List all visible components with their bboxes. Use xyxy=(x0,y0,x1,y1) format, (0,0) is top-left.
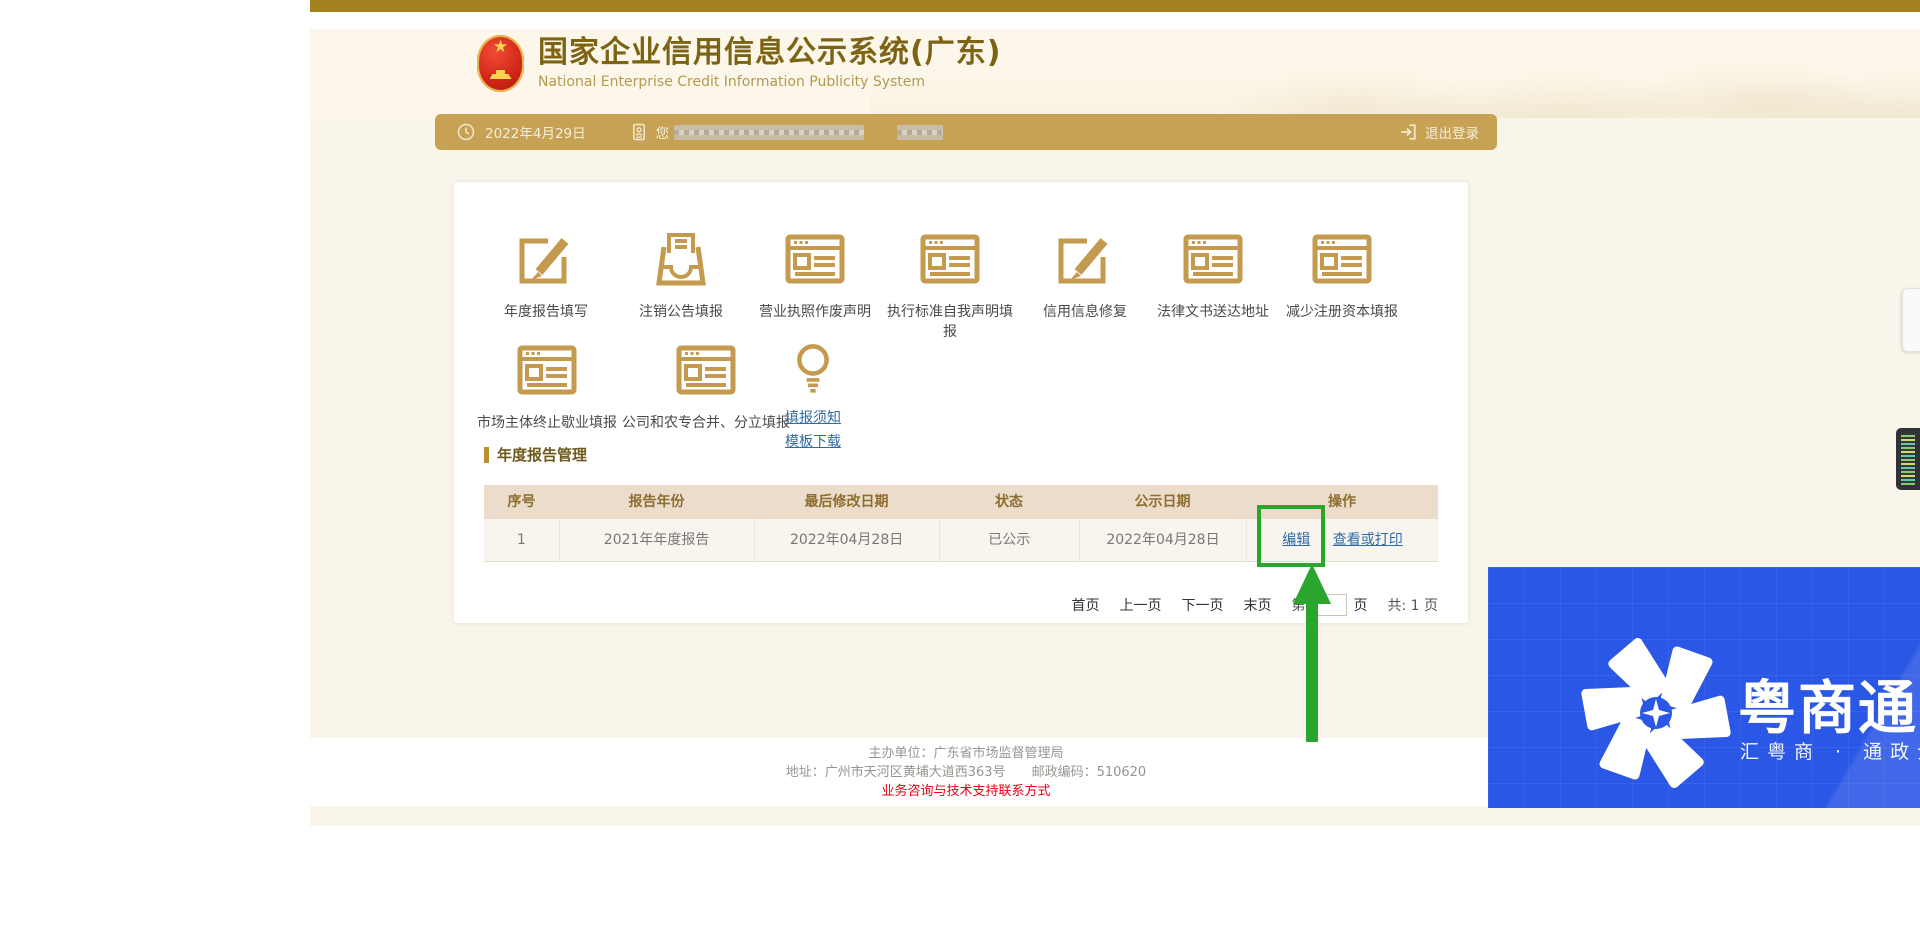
edge-tool-widget[interactable] xyxy=(1896,428,1920,490)
logout-button[interactable]: 退出登录 xyxy=(1399,122,1497,142)
col-header-year: 报告年份 xyxy=(559,485,754,519)
logout-label: 退出登录 xyxy=(1425,122,1479,142)
user-info-redacted xyxy=(897,125,943,140)
cell-year: 2021年年度报告 xyxy=(560,519,755,561)
inbox-icon xyxy=(649,227,713,291)
service-legal-document-address[interactable]: 法律文书送达地址 xyxy=(1146,227,1280,322)
user-id-icon xyxy=(630,123,648,141)
service-label: 减少注册资本填报 xyxy=(1275,302,1409,322)
service-annual-report-fill[interactable]: 年度报告填写 xyxy=(479,227,613,322)
cell-status: 已公示 xyxy=(940,519,1080,561)
col-header-seq: 序号 xyxy=(484,485,559,519)
browser-doc-icon xyxy=(1181,227,1245,291)
service-label: 法律文书送达地址 xyxy=(1146,302,1280,322)
exit-icon xyxy=(1399,123,1417,141)
highlight-box-annotation xyxy=(1257,505,1325,567)
site-brand: ★ 国家企业信用信息公示系统(广东) National Enterprise C… xyxy=(477,32,1001,92)
pagination-prev[interactable]: 上一页 xyxy=(1119,595,1161,615)
service-credit-repair[interactable]: 信用信息修复 xyxy=(1018,227,1152,322)
footer-organizer: 主办单位：广东省市场监督管理局 xyxy=(435,744,1497,763)
pagination-first[interactable]: 首页 xyxy=(1071,595,1099,615)
service-label: 执行标准自我声明填报 xyxy=(883,302,1017,342)
user-greeting: 您 xyxy=(656,122,670,142)
site-header-banner: ★ 国家企业信用信息公示系统(广东) National Enterprise C… xyxy=(310,29,1920,118)
cell-seq: 1 xyxy=(484,519,560,561)
service-label: 信用信息修复 xyxy=(1018,302,1152,322)
page-total-label: 共: 1 页 xyxy=(1387,595,1438,615)
service-label: 营业执照作废声明 xyxy=(748,302,882,322)
edge-collapsed-panel[interactable] xyxy=(1902,288,1920,352)
arrow-annotation-head xyxy=(1293,564,1331,604)
clock-icon xyxy=(457,123,475,141)
promo-title: 粤商通 xyxy=(1738,661,1918,745)
mountain-artwork xyxy=(870,29,1920,118)
service-label: 市场主体终止歇业填报 xyxy=(464,413,630,433)
user-bar-left: 2022年4月29日 您 xyxy=(435,122,1399,142)
current-date: 2022年4月29日 xyxy=(485,122,586,142)
cell-publish-date: 2022年04月28日 xyxy=(1080,519,1247,561)
top-white-gap xyxy=(310,12,1920,29)
emblem-gate-icon xyxy=(490,70,512,79)
national-emblem-logo: ★ xyxy=(477,35,524,92)
link-filling-notice[interactable]: 填报须知 xyxy=(753,406,873,430)
service-license-void-statement[interactable]: 营业执照作废声明 xyxy=(748,227,882,322)
service-standard-self-declaration[interactable]: 执行标准自我声明填报 xyxy=(883,227,1017,342)
browser-doc-icon xyxy=(674,338,738,402)
emblem-star-icon: ★ xyxy=(477,39,524,56)
site-subtitle: National Enterprise Credit Information P… xyxy=(538,74,1001,90)
section-header: 年度报告管理 xyxy=(484,444,587,465)
browser-doc-icon xyxy=(1310,227,1374,291)
yueshangtong-promo-banner[interactable]: 粤商通 汇粤商 · 通政企 xyxy=(1488,567,1920,808)
link-template-download[interactable]: 模板下载 xyxy=(753,430,873,454)
pinwheel-logo-icon xyxy=(1580,637,1732,789)
lightbulb-icon xyxy=(784,340,842,398)
top-gold-strip xyxy=(310,0,1920,12)
service-help-links: 填报须知 模板下载 xyxy=(753,340,873,454)
col-header-publish-date: 公示日期 xyxy=(1079,485,1246,519)
edit-icon xyxy=(1053,227,1117,291)
service-label: 年度报告填写 xyxy=(479,302,613,322)
arrow-annotation-shaft xyxy=(1306,602,1318,742)
pagination: 首页 上一页 下一页 末页 第 页 共: 1 页 xyxy=(1071,594,1438,616)
pagination-next[interactable]: 下一页 xyxy=(1181,595,1223,615)
promo-slogan: 汇粤商 · 通政企 xyxy=(1740,737,1920,764)
browser-doc-icon xyxy=(918,227,982,291)
edit-icon xyxy=(514,227,578,291)
user-bar: 2022年4月29日 您 退出登录 xyxy=(435,114,1497,150)
site-title: 国家企业信用信息公示系统(广东) xyxy=(538,34,1001,72)
pagination-last[interactable]: 末页 xyxy=(1243,595,1271,615)
edge-tool-stripes xyxy=(1901,433,1915,485)
col-header-modified: 最后修改日期 xyxy=(754,485,939,519)
brand-text: 国家企业信用信息公示系统(广东) National Enterprise Cre… xyxy=(538,32,1001,90)
col-header-status: 状态 xyxy=(939,485,1079,519)
section-title: 年度报告管理 xyxy=(497,444,587,465)
cell-modified: 2022年04月28日 xyxy=(755,519,940,561)
service-capital-reduction[interactable]: 减少注册资本填报 xyxy=(1275,227,1409,322)
help-links: 填报须知 模板下载 xyxy=(753,406,873,454)
service-cancellation-notice[interactable]: 注销公告填报 xyxy=(614,227,748,322)
service-business-termination[interactable]: 市场主体终止歇业填报 xyxy=(464,338,630,433)
screen: ★ 国家企业信用信息公示系统(广东) National Enterprise C… xyxy=(0,0,1920,938)
footer-text: 主办单位：广东省市场监督管理局 地址：广州市天河区黄埔大道西363号 邮政编码：… xyxy=(435,744,1497,801)
browser-doc-icon xyxy=(783,227,847,291)
view-or-print-link[interactable]: 查看或打印 xyxy=(1333,532,1403,548)
section-accent-bar xyxy=(484,447,489,463)
browser-doc-icon xyxy=(515,338,579,402)
footer-address: 地址：广州市天河区黄埔大道西363号 邮政编码：510620 xyxy=(435,763,1497,782)
user-name-redacted xyxy=(674,125,864,140)
page-suffix-label: 页 xyxy=(1353,595,1367,615)
support-contact-link[interactable]: 业务咨询与技术支持联系方式 xyxy=(435,782,1497,801)
service-label: 注销公告填报 xyxy=(614,302,748,322)
